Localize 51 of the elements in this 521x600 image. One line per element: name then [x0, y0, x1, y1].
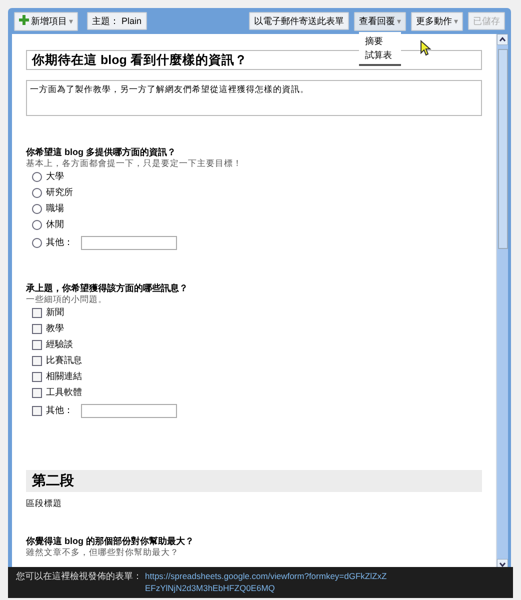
checkbox[interactable] [32, 372, 42, 382]
radio-button[interactable] [32, 172, 42, 182]
option-label: 相關連結 [46, 370, 82, 384]
question-help: 雖然文章不多，但哪些對你幫助最大？ [26, 547, 180, 558]
question-title: 承上題，你希望獲得該方面的哪些訊息？ [26, 282, 189, 294]
caret-icon: ▾ [69, 16, 74, 26]
cursor-icon [420, 40, 432, 56]
option-label: 經驗談 [46, 338, 73, 352]
section-subtitle: 區段標題 [26, 498, 63, 509]
checkbox[interactable] [32, 308, 42, 318]
radio-button[interactable] [32, 204, 42, 214]
toolbar-button[interactable]: 查看回覆 ▾ [354, 12, 406, 30]
section-heading: 第二段 [26, 470, 482, 492]
checkbox[interactable] [32, 406, 42, 416]
toolbar-button[interactable]: 以電子郵件寄送此表單 [248, 12, 349, 30]
option-label: 新聞 [46, 306, 64, 320]
plus-icon [19, 14, 29, 24]
theme-label: 主題： Plain [87, 12, 147, 30]
radio-button[interactable] [32, 220, 42, 230]
checkbox[interactable] [32, 324, 42, 334]
option-label: 休閒 [46, 218, 64, 232]
option-label: 其他： [46, 236, 73, 249]
checkbox[interactable] [32, 340, 42, 350]
option-label: 職場 [46, 202, 64, 216]
checkbox[interactable] [32, 356, 42, 366]
option-label: 比賽訊息 [46, 354, 82, 368]
description-field[interactable]: 一方面為了製作教學，另一方了解網友們希望從這裡獲得怎樣的資訊。 [26, 80, 482, 116]
option-label: 教學 [46, 322, 64, 336]
question-help: 一些細項的小問題。 [26, 294, 108, 305]
checkbox[interactable] [32, 388, 42, 398]
question-help: 基本上，各方面都會提一下，只是要定一下主要目標！ [26, 158, 243, 169]
question-title: 你希望這 blog 多提供哪方面的資訊？ [26, 146, 177, 158]
notification-text: 您可以在這裡檢視發佈的表單： [16, 570, 142, 583]
menu-item[interactable]: 試算表 [365, 48, 395, 62]
other-input-field[interactable] [81, 404, 177, 418]
question-title: 你覺得這 blog 的那個部份對你幫助最大？ [26, 535, 195, 547]
option-label: 研究所 [46, 186, 73, 200]
scrollbar-thumb[interactable] [498, 49, 508, 249]
form-link[interactable]: https://spreadsheets.google.com/viewform?formkey=dGFkZlZxZEFzYlNjN2d3M3hEbHFZQ0E6MQ [145, 570, 390, 595]
radio-button[interactable] [32, 188, 42, 198]
menu-item[interactable]: 摘要 [365, 34, 395, 48]
caret-icon: ▾ [396, 16, 401, 26]
option-label: 工具軟體 [46, 386, 82, 400]
scroll-up-icon[interactable] [497, 34, 508, 45]
option-label: 其他： [46, 404, 73, 417]
other-input-field[interactable] [81, 236, 177, 250]
toolbar-button[interactable]: 更多動作 ▾ [410, 12, 463, 30]
add-item-button[interactable]: 新增項目 ▾ [14, 12, 78, 30]
option-label: 大學 [46, 170, 64, 184]
radio-button[interactable] [32, 238, 42, 248]
caret-icon: ▾ [454, 16, 458, 26]
